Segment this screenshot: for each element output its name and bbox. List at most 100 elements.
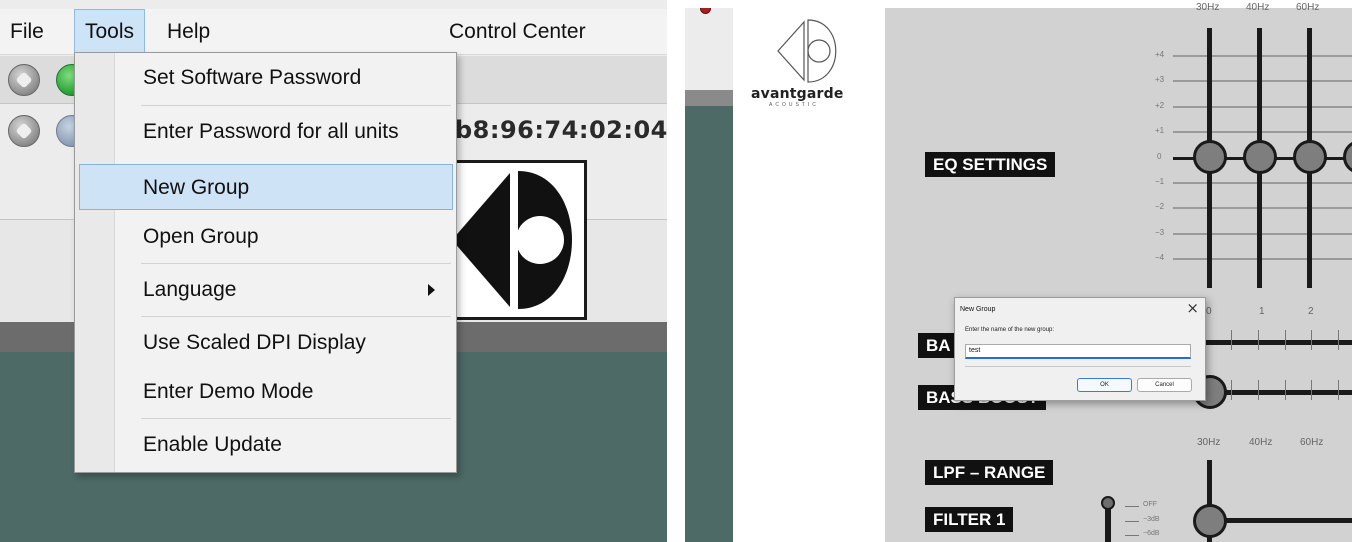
eq-grid-line xyxy=(1173,106,1352,108)
bass-scale-label: 2 xyxy=(1308,306,1314,317)
bass-tick xyxy=(1258,380,1259,400)
eq-scale-tick: −4 xyxy=(1155,253,1165,262)
bass-tick xyxy=(1231,330,1232,350)
menu-item-label: Enter Demo Mode xyxy=(143,380,314,403)
menu-item-open-group[interactable]: Open Group xyxy=(79,214,453,260)
eq-scale-tick: −2 xyxy=(1155,202,1165,211)
new-group-dialog: New Group × Enter the name of the new gr… xyxy=(954,297,1206,401)
bass-tick xyxy=(1311,380,1312,400)
menu-item-new-group[interactable]: New Group xyxy=(79,164,453,210)
filter-level-label: −6dB xyxy=(1143,530,1160,537)
menu-help[interactable]: Help xyxy=(167,9,210,55)
lpf-freq-label: 40Hz xyxy=(1249,437,1273,448)
menu-item-language[interactable]: Language xyxy=(79,267,453,313)
eq-scale-tick: +2 xyxy=(1155,101,1165,110)
brand-sub: ACOUSTIC xyxy=(769,102,819,108)
filter-switch-track[interactable] xyxy=(1105,505,1111,542)
section-filter-1: FILTER 1 xyxy=(925,507,1014,532)
eq-slider-knob-40hz[interactable] xyxy=(1243,140,1277,174)
eq-slider-knob-60hz[interactable] xyxy=(1293,140,1327,174)
ok-button[interactable]: OK xyxy=(1077,378,1132,392)
eq-grid-line xyxy=(1173,258,1352,260)
menu-item-label: Enter Password for all units xyxy=(143,120,399,143)
menu-item-set-software-password[interactable]: Set Software Password xyxy=(79,55,453,101)
eq-scale-tick: −1 xyxy=(1155,177,1165,186)
menu-separator xyxy=(141,105,451,106)
device-gray-icon[interactable] xyxy=(8,64,40,96)
filter-level-label: −3dB xyxy=(1143,516,1160,523)
bass-scale-label: 0 xyxy=(1206,306,1212,317)
bass-slider-track[interactable] xyxy=(1205,340,1352,345)
avantgarde-outline-logo-icon xyxy=(777,19,837,83)
menu-separator xyxy=(141,418,451,419)
bass-tick xyxy=(1258,330,1259,350)
section-lpf-range: LPF – RANGE xyxy=(925,460,1054,485)
section-eq-settings: EQ SETTINGS xyxy=(925,152,1056,177)
bass-tick xyxy=(1285,330,1286,350)
menu-item-enable-update[interactable]: Enable Update xyxy=(79,422,453,468)
eq-grid-line xyxy=(1173,182,1352,184)
eq-scale-tick: 0 xyxy=(1157,152,1162,161)
cancel-button[interactable]: Cancel xyxy=(1137,378,1192,392)
menu-item-label: Use Scaled DPI Display xyxy=(143,331,366,354)
menu-item-label: New Group xyxy=(143,176,250,199)
eq-grid-line xyxy=(1173,131,1352,133)
speaker-settings-window: avantgarde ACOUSTIC 30Hz 40Hz 60Hz +4 +3… xyxy=(685,0,1352,542)
menu-tools[interactable]: Tools xyxy=(74,9,146,56)
menu-item-label: Enable Update xyxy=(143,433,282,456)
lpf-freq-label: 60Hz xyxy=(1300,437,1324,448)
eq-freq-label: 40Hz xyxy=(1246,2,1270,13)
eq-scale-tick: +4 xyxy=(1155,50,1165,59)
device-mac-address: b8:96:74:02:04:92 xyxy=(455,116,667,144)
group-name-input[interactable]: test xyxy=(965,344,1191,359)
filter-level-tick xyxy=(1125,535,1139,536)
device-gray-icon-2[interactable] xyxy=(8,115,40,147)
dialog-prompt: Enter the name of the new group: xyxy=(965,327,1055,333)
side-strip xyxy=(685,0,733,542)
eq-slider-knob-30hz[interactable] xyxy=(1193,140,1227,174)
filter-slider-knob[interactable] xyxy=(1193,504,1227,538)
bass-boost-track[interactable] xyxy=(1205,390,1352,395)
bass-tick xyxy=(1231,380,1232,400)
section-bass-a: BA xyxy=(918,333,959,358)
menu-item-enter-password-all[interactable]: Enter Password for all units xyxy=(79,109,453,155)
eq-scale-tick: −3 xyxy=(1155,228,1165,237)
filter-switch-knob[interactable] xyxy=(1101,496,1115,510)
filter-level-tick xyxy=(1125,506,1139,507)
bass-tick xyxy=(1311,330,1312,350)
dialog-separator xyxy=(965,366,1191,367)
menu-item-label: Language xyxy=(143,278,237,301)
menu-item-label: Open Group xyxy=(143,225,259,248)
filter-slider-track[interactable] xyxy=(1220,518,1352,523)
filter-level-tick xyxy=(1125,521,1139,522)
menu-item-demo-mode[interactable]: Enter Demo Mode xyxy=(79,369,453,415)
eq-freq-label: 60Hz xyxy=(1296,2,1320,13)
brand-name: avantgarde xyxy=(751,86,844,102)
filter-level-label: OFF xyxy=(1143,501,1157,508)
menu-separator xyxy=(141,263,451,264)
eq-grid-line xyxy=(1173,207,1352,209)
menu-item-scaled-dpi[interactable]: Use Scaled DPI Display xyxy=(79,320,453,366)
submenu-arrow-icon xyxy=(428,284,435,296)
bass-tick xyxy=(1338,330,1339,350)
avantgarde-logo-icon xyxy=(437,160,587,320)
dialog-title: New Group xyxy=(960,306,996,313)
eq-scale-tick: +3 xyxy=(1155,75,1165,84)
menu-bar: File Tools Help Control Center xyxy=(0,9,667,56)
close-icon[interactable]: × xyxy=(1186,299,1199,317)
control-center-window: File Tools Help Control Center b8:96:74:… xyxy=(0,0,667,542)
eq-grid-line xyxy=(1173,80,1352,82)
tools-dropdown-menu: Set Software Password Enter Password for… xyxy=(74,52,457,473)
eq-scale-tick: +1 xyxy=(1155,126,1165,135)
menu-file[interactable]: File xyxy=(10,9,44,55)
menu-separator xyxy=(141,316,451,317)
bass-tick xyxy=(1285,380,1286,400)
bass-tick xyxy=(1338,380,1339,400)
eq-grid-line xyxy=(1173,233,1352,235)
window-title: Control Center xyxy=(449,20,586,43)
bass-scale-label: 1 xyxy=(1259,306,1265,317)
eq-grid-line xyxy=(1173,55,1352,57)
side-band xyxy=(685,90,733,106)
eq-freq-label: 30Hz xyxy=(1196,2,1220,13)
lpf-freq-label: 30Hz xyxy=(1197,437,1221,448)
